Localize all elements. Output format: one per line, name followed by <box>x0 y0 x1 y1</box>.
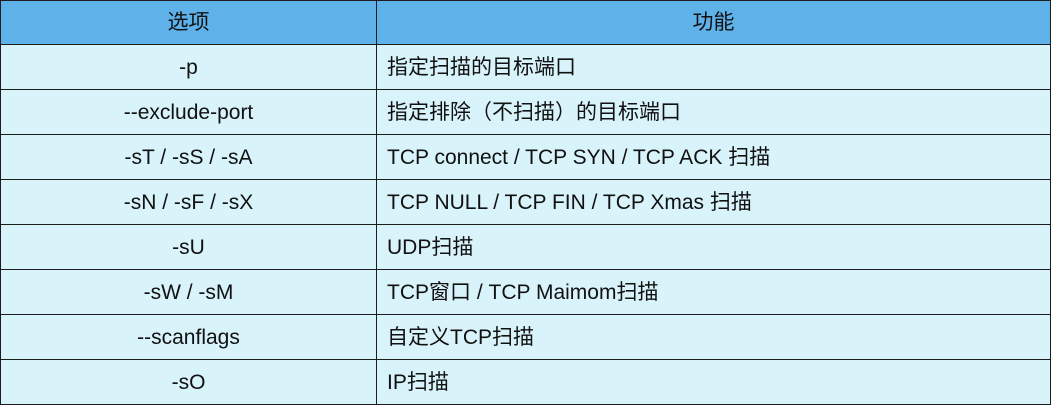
option-cell: -sT / -sS / -sA <box>0 134 377 180</box>
function-cell: TCP窗口 / TCP Maimom扫描 <box>376 269 1051 315</box>
function-cell: 指定扫描的目标端口 <box>376 44 1051 90</box>
option-cell: --scanflags <box>0 314 377 360</box>
table-header: 选项 功能 <box>0 0 1051 45</box>
table-row: --exclude-port 指定排除（不扫描）的目标端口 <box>0 89 1051 135</box>
option-cell: -sU <box>0 224 377 270</box>
table-row: -sW / -sM TCP窗口 / TCP Maimom扫描 <box>0 269 1051 315</box>
function-cell: 自定义TCP扫描 <box>376 314 1051 360</box>
header-function: 功能 <box>376 0 1051 45</box>
function-cell: UDP扫描 <box>376 224 1051 270</box>
header-row: 选项 功能 <box>0 0 1051 45</box>
function-cell: TCP connect / TCP SYN / TCP ACK 扫描 <box>376 134 1051 180</box>
table-row: -sT / -sS / -sA TCP connect / TCP SYN / … <box>0 134 1051 180</box>
function-cell: IP扫描 <box>376 359 1051 405</box>
table-row: -sU UDP扫描 <box>0 224 1051 270</box>
option-cell: -sN / -sF / -sX <box>0 179 377 225</box>
function-cell: 指定排除（不扫描）的目标端口 <box>376 89 1051 135</box>
option-cell: -p <box>0 44 377 90</box>
option-cell: -sW / -sM <box>0 269 377 315</box>
options-table-container: 选项 功能 -p 指定扫描的目标端口 --exclude-port 指定排除（不… <box>0 0 1051 405</box>
header-option: 选项 <box>0 0 377 45</box>
table-body: -p 指定扫描的目标端口 --exclude-port 指定排除（不扫描）的目标… <box>0 44 1051 405</box>
option-cell: --exclude-port <box>0 89 377 135</box>
table-row: -sO IP扫描 <box>0 359 1051 405</box>
table-row: --scanflags 自定义TCP扫描 <box>0 314 1051 360</box>
option-cell: -sO <box>0 359 377 405</box>
table-row: -sN / -sF / -sX TCP NULL / TCP FIN / TCP… <box>0 179 1051 225</box>
options-table: 选项 功能 -p 指定扫描的目标端口 --exclude-port 指定排除（不… <box>0 0 1051 405</box>
function-cell: TCP NULL / TCP FIN / TCP Xmas 扫描 <box>376 179 1051 225</box>
table-row: -p 指定扫描的目标端口 <box>0 44 1051 90</box>
